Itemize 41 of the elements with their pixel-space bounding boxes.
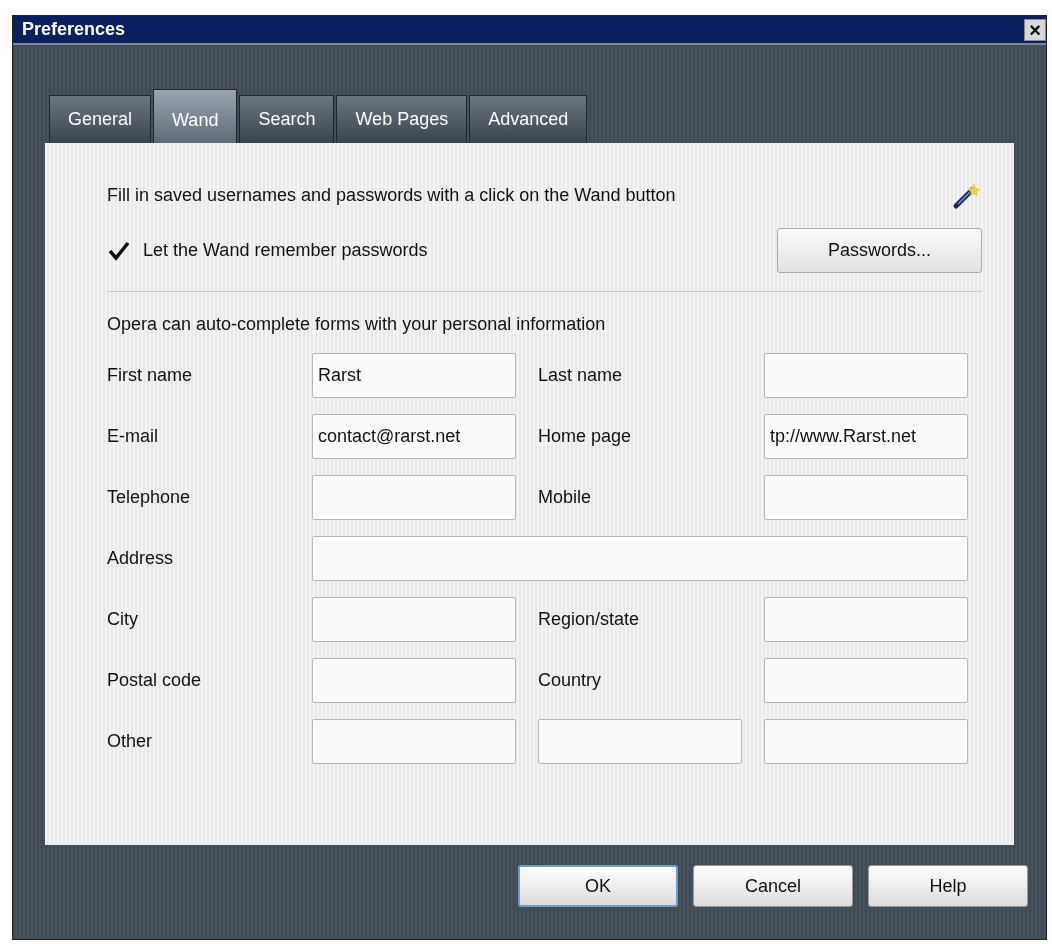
input-field[interactable] (312, 475, 516, 520)
field-label: E-mail (107, 426, 159, 447)
field-label: Telephone (107, 487, 192, 508)
input-field[interactable] (538, 719, 742, 764)
field-label: Mobile (538, 487, 593, 508)
field-label: City (107, 609, 139, 630)
input-field[interactable] (764, 719, 968, 764)
dialog-button[interactable]: Help (868, 865, 1028, 907)
checkbox-label: Let the Wand remember passwords (143, 240, 428, 261)
input-field[interactable] (312, 719, 516, 764)
field-label: Region/state (538, 609, 641, 630)
input-field[interactable]: tp://www.Rarst.net (764, 414, 968, 459)
field-label: Address (107, 548, 175, 569)
input-field[interactable] (764, 475, 968, 520)
tab[interactable]: Search (239, 95, 335, 143)
dialog-button[interactable]: Cancel (693, 865, 853, 907)
field-label: First name (107, 365, 194, 386)
field-label: Country (538, 670, 603, 691)
field-label: Home page (538, 426, 633, 447)
field-label: Postal code (107, 670, 203, 691)
window-title: Preferences (22, 19, 126, 40)
tab[interactable]: Wand (153, 89, 238, 143)
input-field[interactable] (312, 536, 968, 581)
dialog-button[interactable]: OK (518, 865, 678, 907)
intro-text: Opera can auto-complete forms with your personal information (107, 314, 606, 334)
input-field[interactable]: contact@rarst.net (312, 414, 516, 459)
input-field[interactable] (312, 658, 516, 703)
tab[interactable]: General (49, 95, 152, 143)
description-text: Fill in saved usernames and passwords with a click on the Wand button (107, 184, 676, 206)
field-label: Other (107, 731, 154, 752)
tab[interactable]: Advanced (469, 95, 588, 143)
input-field[interactable] (312, 597, 516, 642)
close-button[interactable]: × (1024, 18, 1046, 41)
passwords-button[interactable]: Passwords... (777, 228, 982, 273)
input-field[interactable] (764, 658, 968, 703)
tab[interactable]: Web Pages (336, 95, 468, 143)
field-label: Last name (538, 365, 624, 386)
input-field[interactable] (764, 597, 968, 642)
checkmark-icon (108, 240, 130, 261)
input-field[interactable]: Rarst (312, 353, 516, 398)
input-field[interactable] (764, 353, 968, 398)
